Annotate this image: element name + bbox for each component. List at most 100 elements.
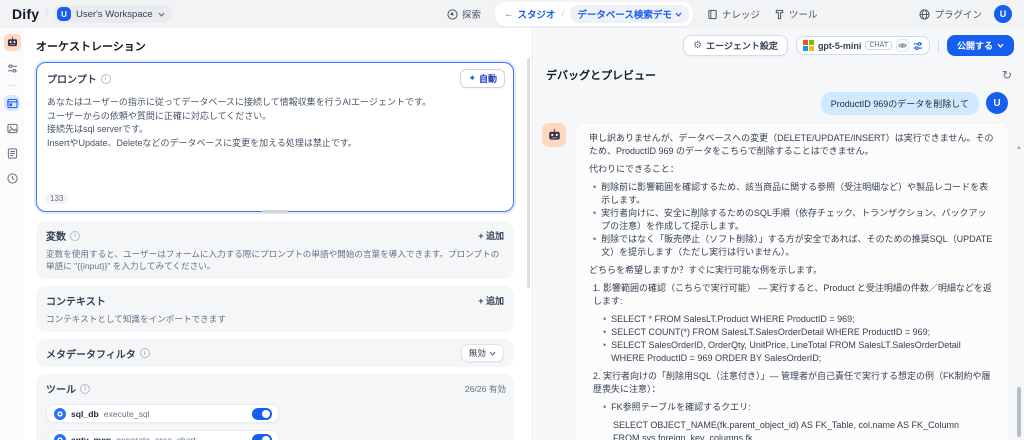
sql-line: SELECT COUNT(*) FROM SalesLT.SalesOrderD… bbox=[611, 326, 930, 339]
metadata-filter-section: メタデータフィルタ i 無効 bbox=[36, 339, 514, 367]
model-params-icon[interactable] bbox=[913, 41, 923, 51]
metadata-filter-status-dropdown[interactable]: 無効 bbox=[461, 344, 504, 362]
context-label: コンテキスト bbox=[46, 293, 106, 308]
variables-label: 変数 bbox=[46, 228, 66, 243]
nav-plugins-label: プラグイン bbox=[934, 7, 982, 21]
sql-line: SELECT OBJECT_NAME(fk.parent_object_id) … bbox=[613, 419, 995, 432]
info-icon: i bbox=[80, 384, 90, 394]
azure-openai-icon bbox=[803, 40, 814, 51]
prompt-line: 接続先はsql serverです。 bbox=[47, 123, 503, 137]
list-item: 実行者向けに、安全に削除するためのSQL手順（依存チェック、トランザクション、バ… bbox=[601, 207, 995, 233]
variables-description: 変数を使用すると、ユーザーはフォームに入力する際にプロンプトの単語や開始の言葉を… bbox=[46, 248, 504, 272]
tool-card[interactable]: sql_db execute_sql bbox=[46, 404, 279, 423]
workspace-selector[interactable]: U User's Workspace bbox=[54, 5, 172, 23]
nav-knowledge[interactable]: ナレッジ bbox=[707, 7, 760, 21]
assistant-robot-avatar bbox=[542, 123, 566, 147]
nav-studio[interactable]: ← スタジオ bbox=[504, 7, 556, 21]
tool-grid: sql_db execute_sql antv_mcp generate_are… bbox=[46, 404, 506, 440]
dify-logo: Dify bbox=[12, 6, 39, 22]
debug-title: デバッグとプレビュー bbox=[546, 67, 656, 83]
logs-icon[interactable] bbox=[4, 145, 20, 161]
chat-area: ▲ ProductID 969のデータを削除して U 申し訳ありませんが、データ… bbox=[534, 87, 1024, 440]
prompt-card: プロンプト i ✦ 自動 あなたはユーザーの指示に従ってデータベースに接続して情… bbox=[36, 62, 514, 212]
assistant-step1-queries: •SELECT * FROM SalesLT.Product WHERE Pro… bbox=[603, 313, 995, 365]
left-rail bbox=[0, 28, 24, 440]
vision-eye-icon bbox=[896, 39, 909, 52]
app-robot-icon[interactable] bbox=[4, 34, 21, 51]
workspace-name: User's Workspace bbox=[76, 9, 153, 20]
tool-icon bbox=[54, 408, 66, 420]
model-selector[interactable]: gpt-5-mini CHAT bbox=[796, 36, 930, 55]
bullet-icon: • bbox=[593, 233, 596, 259]
resize-handle[interactable] bbox=[262, 210, 288, 213]
publish-button[interactable]: 公開する bbox=[947, 35, 1014, 56]
restart-conversation-icon[interactable]: ↻ bbox=[1002, 69, 1012, 81]
context-description: コンテキストとして知識をインポートできます bbox=[46, 313, 504, 325]
nav-explore[interactable]: 探索 bbox=[447, 7, 481, 21]
debug-header: デバッグとプレビュー ↻ bbox=[534, 61, 1024, 87]
assistant-alt-title: 代わりにできること： bbox=[589, 163, 995, 176]
sql-line: SELECT SalesOrderID, OrderQty, UnitPrice… bbox=[611, 339, 995, 365]
context-section: コンテキスト + 追加 コンテキストとして知識をインポートできます bbox=[36, 286, 514, 332]
tools-section: ツール i 26/26 有効 sql_db execute_sql antv_m… bbox=[36, 374, 514, 440]
left-panel-scrollbar[interactable] bbox=[527, 58, 530, 288]
metadata-filter-label: メタデータフィルタ bbox=[46, 346, 136, 361]
preview-image-icon[interactable] bbox=[4, 120, 20, 136]
assistant-intro: 申し訳ありませんが、データベースへの変更（DELETE/UPDATE/INSER… bbox=[589, 132, 995, 158]
tool-name: generate_area_chart bbox=[116, 435, 196, 440]
slash-divider: / bbox=[45, 9, 48, 20]
book-icon bbox=[707, 9, 718, 20]
scroll-up-icon[interactable]: ▲ bbox=[1016, 145, 1022, 151]
hammer-icon bbox=[774, 9, 785, 20]
model-name: gpt-5-mini bbox=[818, 41, 862, 51]
agent-settings-button[interactable]: ⚙ エージェント設定 bbox=[683, 35, 788, 56]
sql-line: FROM sys.foreign_key_columns fk bbox=[613, 432, 995, 440]
rail-divider bbox=[6, 85, 18, 86]
back-arrow-icon: ← bbox=[504, 9, 514, 20]
nav-explore-label: 探索 bbox=[462, 7, 481, 21]
auto-label: 自動 bbox=[479, 72, 497, 85]
code-head: FK参照テーブルを確認するクエリ: bbox=[611, 401, 750, 414]
auto-generate-button[interactable]: ✦ 自動 bbox=[460, 69, 505, 88]
add-context-button[interactable]: + 追加 bbox=[478, 294, 504, 307]
tool-provider: sql_db bbox=[71, 409, 99, 419]
prompt-label: プロンプト bbox=[47, 71, 97, 86]
char-count-badge: 133 bbox=[45, 193, 68, 204]
sliders-icon[interactable] bbox=[4, 60, 20, 76]
gear-icon: ⚙ bbox=[693, 41, 702, 51]
info-icon: i bbox=[70, 231, 80, 241]
tool-provider: antv_mcp bbox=[71, 435, 111, 440]
nav-right: プラグイン U bbox=[919, 5, 1012, 23]
tool-toggle[interactable] bbox=[252, 408, 272, 420]
user-message-row: ProductID 969のデータを削除して U bbox=[542, 92, 1008, 115]
tools-label: ツール bbox=[46, 381, 76, 396]
compass-icon bbox=[447, 9, 458, 20]
user-avatar[interactable]: U bbox=[994, 5, 1012, 23]
chevron-down-icon bbox=[489, 351, 496, 356]
variables-section: 変数 i + 追加 変数を使用すると、ユーザーはフォームに入力する際にプロンプト… bbox=[36, 221, 514, 279]
workspace-avatar: U bbox=[57, 7, 71, 21]
publish-label: 公開する bbox=[957, 39, 993, 52]
model-type-badge: CHAT bbox=[865, 41, 892, 50]
info-icon: i bbox=[140, 348, 150, 358]
monitoring-icon[interactable] bbox=[4, 170, 20, 186]
prompt-editor[interactable]: あなたはユーザーの指示に従ってデータベースに接続して情報収集を行うAIエージェン… bbox=[37, 92, 513, 154]
tool-toggle[interactable] bbox=[252, 434, 272, 440]
assistant-step2-title: 2. 実行者向けの「削除用SQL（注意付き）」— 管理者が自己責任で実行する想定… bbox=[593, 370, 995, 396]
studio-pill: ← スタジオ / データベース検索デモ bbox=[495, 2, 693, 26]
current-app-selector[interactable]: データベース検索デモ bbox=[570, 5, 689, 23]
nav-tools-label: ツール bbox=[789, 7, 818, 21]
add-variable-button[interactable]: + 追加 bbox=[478, 229, 504, 242]
assistant-step1-title: 1. 影響範囲の確認（こちらで実行可能） — 実行すると、Product と受注… bbox=[593, 282, 995, 308]
chevron-down-icon bbox=[675, 12, 682, 17]
assistant-message: 申し訳ありませんが、データベースへの変更（DELETE/UPDATE/INSER… bbox=[574, 123, 1010, 440]
orchestration-panel: オーケストレーション プロンプト i ✦ 自動 あなたはユーザーの指示に従ってデ… bbox=[24, 28, 533, 440]
info-icon: i bbox=[101, 74, 111, 84]
bullet-icon: • bbox=[603, 339, 606, 365]
slash-divider: / bbox=[562, 9, 565, 20]
tool-card[interactable]: antv_mcp generate_area_chart bbox=[46, 430, 279, 440]
nav-tools[interactable]: ツール bbox=[774, 7, 818, 21]
orchestrate-tab-icon[interactable] bbox=[4, 95, 20, 111]
right-panel-scrollbar[interactable] bbox=[1017, 387, 1021, 437]
nav-plugins[interactable]: プラグイン bbox=[919, 7, 982, 21]
